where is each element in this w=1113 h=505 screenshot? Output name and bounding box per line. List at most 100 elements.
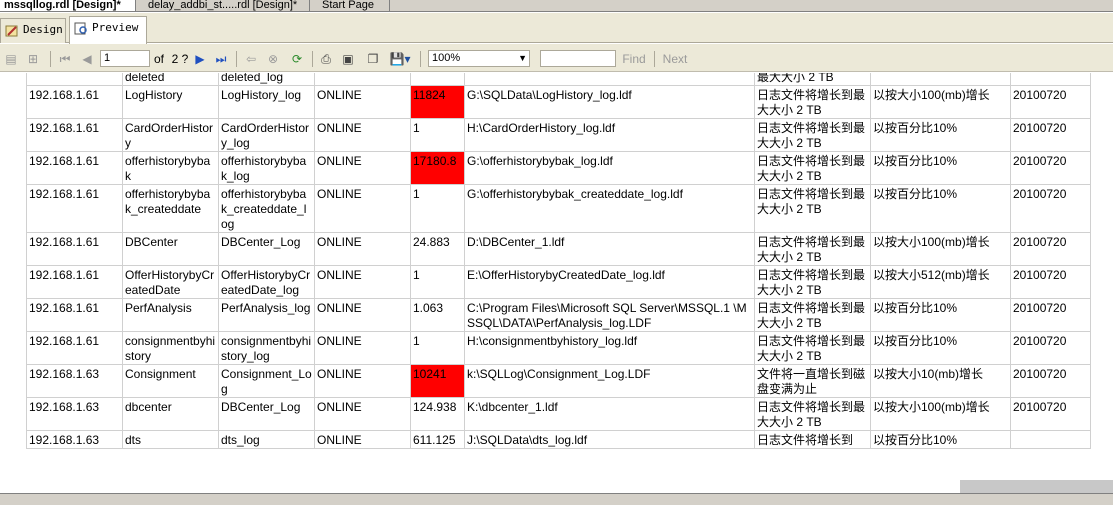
zoom-value: 100% [432, 52, 461, 64]
table-cell-path: G:\SQLData\LogHistory_log.ldf [464, 85, 755, 119]
table-row: 192.168.1.61 offerhistorybybak offerhistor… [26, 151, 1091, 185]
table-cell-growth-rule: 以按百分比10% [870, 298, 1011, 332]
tab-design-label: Design [23, 23, 63, 36]
table-cell-path: C:\Program Files\Microsoft SQL Server\MS… [464, 298, 755, 332]
table-cell-logical: LogHistory_log [218, 85, 315, 119]
table-cell-growth-rule: 以按大小100(mb)增长 [870, 85, 1011, 119]
doc-tab-delay-addbi[interactable]: delay_addbi_st.....rdl [Design]* [140, 0, 310, 11]
zoom-select[interactable]: 100% ▼ [428, 50, 530, 67]
tab-design[interactable]: Design [0, 18, 66, 43]
table-cell-state: ONLINE [314, 184, 411, 233]
doc-tab-start-page[interactable]: Start Page [314, 0, 390, 11]
table-cell-state: ONLINE [314, 232, 411, 266]
document-tabs: mssqllog.rdl [Design]* delay_addbi_st...… [0, 0, 1113, 12]
table-cell-growth-rule: 以按大小100(mb)增长 [870, 232, 1011, 266]
table-cell-ip: 192.168.1.61 [26, 118, 123, 152]
table-cell [410, 73, 465, 86]
refresh-icon[interactable]: ⟳ [290, 52, 304, 66]
table-cell-growth-desc: 日志文件将增长到最大大小 2 TB [754, 184, 871, 233]
table-cell-date: 20100720 [1010, 184, 1091, 233]
table-cell-growth-desc: 日志文件将增长到最大大小 2 TB [754, 265, 871, 299]
view-tabs: Design Preview [0, 13, 1113, 44]
table-cell-growth-rule: 以按百分比10% [870, 184, 1011, 233]
table-cell-logical: Consignment_Log [218, 364, 315, 398]
table-cell-logical: offerhistorybybak_createddate_log [218, 184, 315, 233]
table-cell-logical: DBCenter_Log [218, 232, 315, 266]
table-cell-size: 1 [410, 265, 465, 299]
table-cell [314, 73, 411, 86]
next-page-icon[interactable]: ▶ [194, 52, 206, 66]
parameters-icon[interactable]: ⊞ [24, 52, 42, 66]
table-cell-growth-desc: 日志文件将增长到最大大小 2 TB [754, 397, 871, 431]
table-cell-state: ONLINE [314, 265, 411, 299]
table-cell-logical: consignmentbyhistory_log [218, 331, 315, 365]
total-pages: 2 ? [171, 52, 189, 66]
back-icon[interactable]: ⇦ [244, 52, 258, 66]
table-cell-state: ONLINE [314, 151, 411, 185]
chevron-down-icon: ▼ [518, 53, 527, 63]
table-cell-date: 20100720 [1010, 151, 1091, 185]
table-cell-ip: 192.168.1.61 [26, 232, 123, 266]
print-icon[interactable]: ⎙ [318, 52, 334, 66]
table-cell-date: 20100720 [1010, 298, 1091, 332]
table-cell-state: ONLINE [314, 397, 411, 431]
table-cell-ip: 192.168.1.61 [26, 151, 123, 185]
table-cell-db: Consignment [122, 364, 219, 398]
table-cell [870, 73, 1011, 86]
table-row: 192.168.1.61 OfferHistorybyCreatedDate Off… [26, 265, 1091, 299]
table-cell-ip: 192.168.1.63 [26, 364, 123, 398]
table-cell-path: G:\offerhistorybybak_createddate_log.ldf [464, 184, 755, 233]
table-cell-path: k:\SQLLog\Consignment_Log.LDF [464, 364, 755, 398]
table-cell-growth-rule: 以按大小10(mb)增长 [870, 364, 1011, 398]
table-cell-db: OfferHistorybyCreatedDate [122, 265, 219, 299]
table-row: 192.168.1.61 CardOrderHistory CardOrderHis… [26, 118, 1091, 152]
log-table: deleted deleted_log 最大大小 2 TB 192.168.1.… [26, 73, 1091, 449]
last-page-icon[interactable]: ⏭ [214, 52, 228, 66]
table-cell-size: 10241 [410, 364, 465, 398]
table-cell-ip: 192.168.1.63 [26, 397, 123, 431]
table-cell-growth-desc: 日志文件将增长到最大大小 2 TB [754, 118, 871, 152]
table-cell-db: dts [122, 430, 219, 449]
table-cell: deleted_log [218, 73, 315, 86]
next-link[interactable]: Next [660, 52, 690, 66]
table-cell-path: H:\consignmentbyhistory_log.ldf [464, 331, 755, 365]
table-cell-ip: 192.168.1.61 [26, 184, 123, 233]
table-cell-state: ONLINE [314, 430, 411, 449]
doc-tab-mssqllog[interactable]: mssqllog.rdl [Design]* [0, 0, 136, 11]
tab-preview[interactable]: Preview [69, 16, 147, 44]
report-viewer[interactable]: deleted deleted_log 最大大小 2 TB 192.168.1.… [0, 73, 1113, 493]
of-label: of [153, 52, 164, 66]
page-setup-icon[interactable]: ❐ [364, 52, 382, 66]
table-cell-date [1010, 430, 1091, 449]
table-cell-state: ONLINE [314, 85, 411, 119]
table-cell-size: 1 [410, 331, 465, 365]
table-cell-logical: offerhistorybybak_log [218, 151, 315, 185]
table-row: 192.168.1.61 LogHistory LogHistory_log ONLI… [26, 85, 1091, 119]
table-cell-growth-desc: 日志文件将增长到 [754, 430, 871, 449]
table-row: 192.168.1.61 DBCenter DBCenter_Log ONLINE 24… [26, 232, 1091, 266]
table-cell-size: 17180.8 [410, 151, 465, 185]
print-layout-icon[interactable]: ▣ [340, 52, 356, 66]
tab-preview-label: Preview [92, 21, 139, 34]
table-cell-db: CardOrderHistory [122, 118, 219, 152]
table-cell-path: K:\dbcenter_1.ldf [464, 397, 755, 431]
table-cell-growth-desc: 日志文件将增长到最大大小 2 TB [754, 151, 871, 185]
document-map-icon[interactable]: ▤ [4, 52, 18, 66]
page-number-input[interactable]: 1 [100, 50, 150, 67]
table-cell-growth-desc: 日志文件将增长到最大大小 2 TB [754, 232, 871, 266]
table-cell-ip: 192.168.1.61 [26, 298, 123, 332]
stop-icon[interactable]: ⊗ [266, 52, 280, 66]
table-cell-db: dbcenter [122, 397, 219, 431]
table-cell-path: D:\DBCenter_1.ldf [464, 232, 755, 266]
first-page-icon[interactable]: ⏮ [58, 52, 72, 66]
find-input[interactable] [540, 50, 616, 67]
table-cell-growth-rule: 以按百分比10% [870, 151, 1011, 185]
table-cell-ip: 192.168.1.61 [26, 331, 123, 365]
export-icon[interactable]: 💾▾ [388, 52, 412, 66]
table-cell-state: ONLINE [314, 331, 411, 365]
table-cell-path: E:\OfferHistorybyCreatedDate_log.ldf [464, 265, 755, 299]
find-link[interactable]: Find [620, 52, 648, 66]
previous-page-icon[interactable]: ◀ [80, 52, 94, 66]
table-cell-growth-desc: 文件将一直增长到磁盘变满为止 [754, 364, 871, 398]
table-cell-growth-rule: 以按百分比10% [870, 331, 1011, 365]
